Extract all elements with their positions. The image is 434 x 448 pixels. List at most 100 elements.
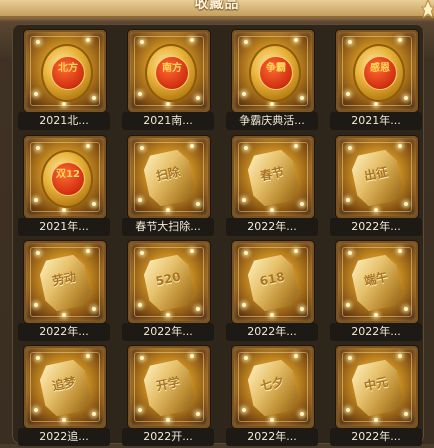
sparkle-icon (86, 354, 90, 358)
coin-glyph: 双12 (56, 169, 80, 180)
sparkle-icon (92, 412, 96, 416)
plaque-medal-icon: 618 (245, 253, 301, 313)
sparkle-icon (138, 198, 142, 202)
badge-item[interactable]: 七夕 2022年... (226, 344, 326, 448)
sparkle-icon (166, 208, 170, 212)
plaque-medal-icon: 七夕 (245, 358, 301, 418)
badge-frame: 扫除 (128, 136, 210, 218)
sparkle-icon (34, 198, 38, 202)
plaque-glyph: 端午 (362, 269, 390, 289)
sparkle-icon (190, 354, 194, 358)
badge-item[interactable]: 南方 2021南... (122, 28, 222, 132)
coin-glyph: 南方 (162, 63, 182, 74)
coin-medal-icon: 双12 (41, 150, 93, 208)
sparkle-icon (138, 303, 142, 307)
sparkle-icon (166, 102, 170, 106)
sparkle-icon (196, 307, 200, 311)
badge-label: 2022年... (226, 323, 318, 341)
plaque-glyph: 追梦 (50, 374, 78, 394)
badge-item[interactable]: 追梦 2022追... (18, 344, 118, 448)
badge-label: 争霸庆典活... (226, 112, 318, 130)
plaque-medal-icon: 劳动 (37, 253, 93, 313)
badge-label: 2021年... (18, 218, 110, 236)
badge-frame: 南方 (128, 30, 210, 112)
plaque-glyph: 扫除 (154, 164, 182, 184)
badge-item[interactable]: 春节 2022年... (226, 134, 326, 238)
plaque-glyph: 出征 (362, 164, 390, 184)
sparkle-icon (36, 40, 40, 44)
sparkle-icon (62, 102, 66, 106)
badge-label: 2021年... (330, 112, 422, 130)
sparkle-icon (346, 198, 350, 202)
sparkle-icon (398, 38, 402, 42)
sparkle-icon (140, 356, 144, 360)
sparkle-icon (190, 249, 194, 253)
sparkle-icon (404, 96, 408, 100)
plaque-glyph: 520 (154, 269, 182, 289)
sparkle-icon (346, 303, 350, 307)
sparkle-icon (398, 249, 402, 253)
badge-frame: 感恩 (336, 30, 418, 112)
sparkle-icon (398, 354, 402, 358)
sparkle-icon (244, 146, 248, 150)
sparkle-icon (242, 408, 246, 412)
badge-item[interactable]: 北方 2021北... (18, 28, 118, 132)
badge-item[interactable]: 出征 2022年... (330, 134, 430, 238)
badge-item[interactable]: 争霸 争霸庆典活... (226, 28, 326, 132)
plaque-medal-icon: 春节 (245, 148, 301, 208)
badge-item[interactable]: 感恩 2021年... (330, 28, 430, 132)
badge-item[interactable]: 端午 2022年... (330, 239, 430, 343)
coin-medal-icon: 北方 (41, 44, 93, 102)
badge-label: 2022开... (122, 428, 214, 446)
badge-label: 2022年... (18, 323, 110, 341)
badge-frame: 劳动 (24, 241, 106, 323)
sparkle-icon (348, 146, 352, 150)
sparkle-icon (140, 146, 144, 150)
badge-frame: 出征 (336, 136, 418, 218)
sparkle-icon (196, 412, 200, 416)
sparkle-icon (166, 418, 170, 422)
sparkle-icon (346, 92, 350, 96)
badge-label: 2022追... (18, 428, 110, 446)
star-icon (421, 0, 434, 18)
coin-glyph: 感恩 (370, 63, 390, 74)
badge-item[interactable]: 扫除 春节大扫除... (122, 134, 222, 238)
plaque-medal-icon: 追梦 (37, 358, 93, 418)
sparkle-icon (242, 92, 246, 96)
sparkle-icon (92, 307, 96, 311)
sparkle-icon (190, 144, 194, 148)
badge-item[interactable]: 中元 2022年... (330, 344, 430, 448)
sparkle-icon (374, 102, 378, 106)
plaque-glyph: 开学 (154, 374, 182, 394)
badge-label: 2022年... (226, 428, 318, 446)
badge-item[interactable]: 双12 2021年... (18, 134, 118, 238)
sparkle-icon (140, 251, 144, 255)
badge-frame: 520 (128, 241, 210, 323)
sparkle-icon (244, 40, 248, 44)
sparkle-icon (196, 202, 200, 206)
badge-item[interactable]: 劳动 2022年... (18, 239, 118, 343)
badge-frame: 开学 (128, 346, 210, 428)
sparkle-icon (374, 208, 378, 212)
badge-frame: 双12 (24, 136, 106, 218)
sparkle-icon (398, 144, 402, 148)
plaque-glyph: 中元 (362, 374, 390, 394)
badge-item[interactable]: 开学 2022开... (122, 344, 222, 448)
sparkle-icon (294, 144, 298, 148)
sparkle-icon (404, 412, 408, 416)
sparkle-icon (404, 202, 408, 206)
sparkle-icon (34, 92, 38, 96)
sparkle-icon (300, 412, 304, 416)
badge-item[interactable]: 618 2022年... (226, 239, 326, 343)
sparkle-icon (270, 208, 274, 212)
badge-frame: 中元 (336, 346, 418, 428)
coin-emblem: 南方 (155, 56, 189, 90)
sparkle-icon (348, 356, 352, 360)
plaque-glyph: 七夕 (258, 374, 286, 394)
sparkle-icon (270, 102, 274, 106)
coin-emblem: 感恩 (363, 56, 397, 90)
coin-emblem: 北方 (51, 56, 85, 90)
badge-item[interactable]: 520 2022年... (122, 239, 222, 343)
plaque-medal-icon: 中元 (349, 358, 405, 418)
collection-panel: 收藏品 北方 2021北... 南方 2021南... 争霸 争霸庆典活... 感恩 2021… (0, 0, 434, 446)
